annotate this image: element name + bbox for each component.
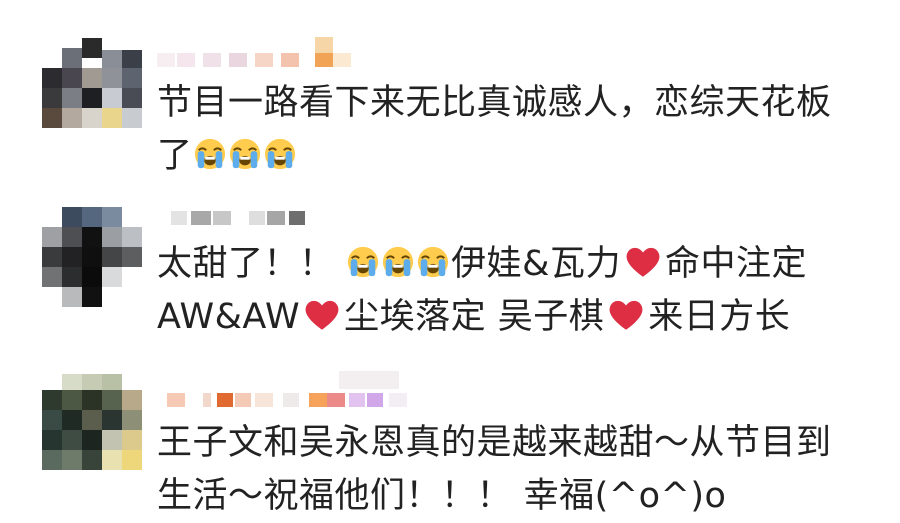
crying-face-icon — [381, 245, 415, 279]
heart-icon — [624, 245, 662, 279]
comment-text-segment: AW&AW — [157, 297, 301, 337]
comment-text-segment: 尘埃落定 吴子棋 — [344, 297, 605, 337]
crying-face-icon — [346, 245, 380, 279]
comment-text-line: 王子文和吴永恩真的是越来越甜～从节目到 — [157, 423, 832, 463]
crying-face-icon — [228, 137, 262, 171]
comment-text-segment: 来日方长 — [648, 297, 791, 337]
comment-text: 王子文和吴永恩真的是越来越甜～从节目到 生活～祝福他们！！！ 幸福(^o^)o — [157, 417, 877, 523]
comment-text-line: 节目一路看下来无比真诚感人，恋综天花板 — [157, 83, 832, 123]
heart-icon — [303, 298, 341, 332]
crying-face-icon — [416, 245, 450, 279]
comment-text-segment: 命中注定 — [664, 244, 807, 284]
avatar[interactable] — [42, 38, 142, 138]
comment-text-segment: 伊娃&瓦力 — [451, 244, 621, 284]
comment-text-line: 生活～祝福他们！！！ 幸福(^o^)o — [157, 476, 727, 516]
crying-face-icon — [263, 137, 297, 171]
comment-text: 节目一路看下来无比真诚感人，恋综天花板 了 — [157, 77, 877, 183]
comment-text-line: 太甜了！！ — [157, 244, 335, 284]
comment-text-line: 了 — [157, 136, 193, 176]
avatar[interactable] — [42, 374, 142, 474]
comment-text: 太甜了！！ 伊娃&瓦力 命中注定 AW&AW 尘埃落定 吴子棋 来日方长 — [157, 238, 877, 344]
crying-face-icon — [193, 137, 227, 171]
heart-icon — [607, 298, 645, 332]
avatar[interactable] — [42, 207, 142, 307]
